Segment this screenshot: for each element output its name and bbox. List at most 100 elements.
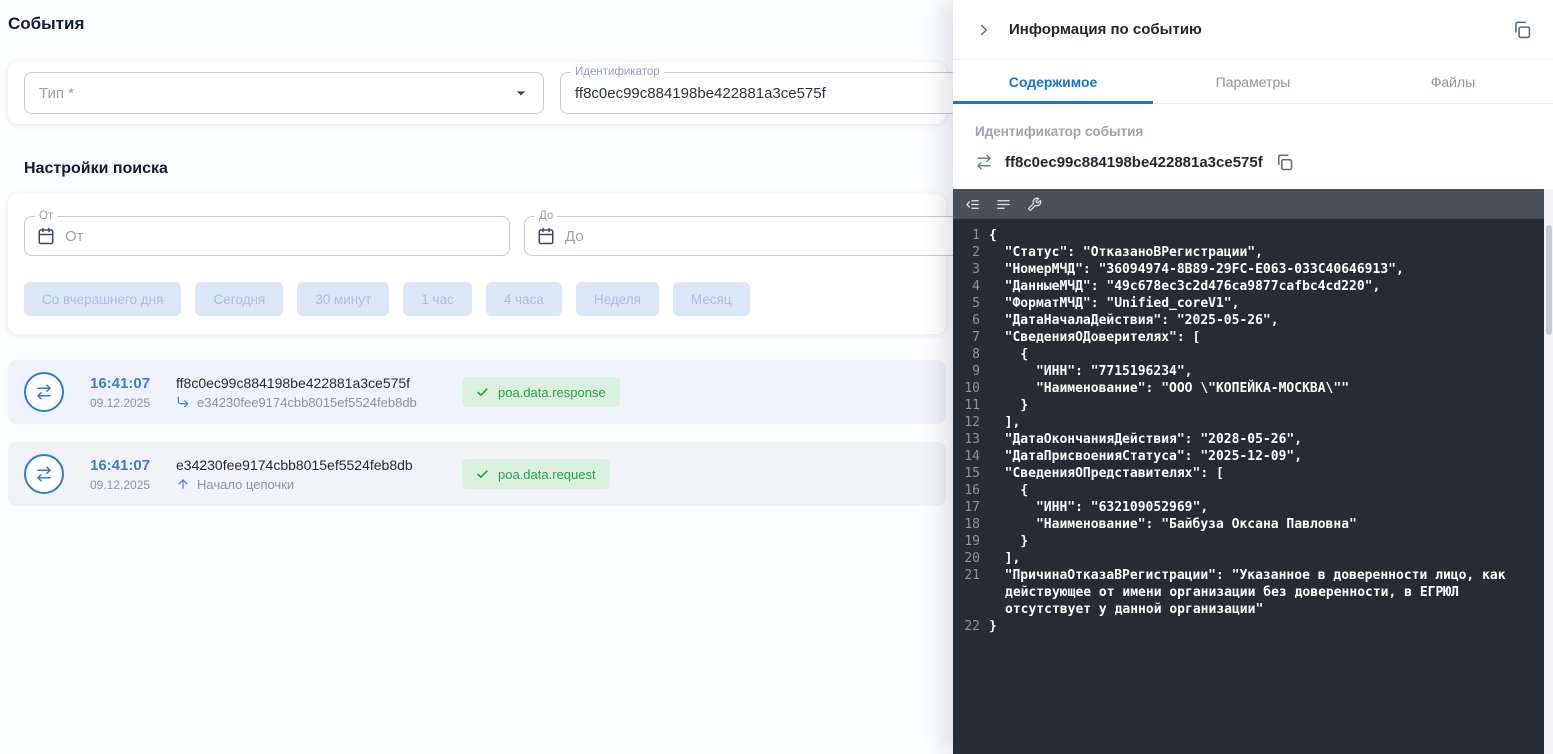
check-icon — [476, 386, 489, 399]
code-text: } — [989, 534, 1029, 549]
line-number: 17 — [964, 500, 980, 515]
chevron-right-icon[interactable] — [975, 21, 993, 39]
event-date: 09.12.2025 — [90, 395, 151, 410]
code-text: ], — [989, 415, 1021, 430]
line-number: 1 — [972, 228, 980, 243]
arrow-up-icon — [176, 477, 190, 491]
events-page: События Тип * Идентификатор Настройки по… — [0, 0, 954, 754]
code-text: "ПричинаОтказаВРегистрации": "Указанное … — [989, 568, 1514, 617]
line-number: 16 — [964, 483, 980, 498]
line-number: 12 — [964, 415, 980, 430]
code-text: } — [989, 619, 997, 634]
event-id: ff8c0ec99c884198be422881a3ce575f — [176, 374, 411, 391]
line-number: 5 — [972, 296, 980, 311]
editor-toolbar — [953, 189, 1553, 219]
tab-files[interactable]: Файлы — [1353, 60, 1553, 103]
code-line: 13 "ДатаОкончанияДействия": "2028-05-26"… — [953, 431, 1535, 448]
identifier-field[interactable]: Идентификатор — [560, 66, 954, 114]
event-time: 16:41:07 — [90, 456, 151, 474]
event-id-icon — [975, 153, 993, 171]
transfer-arrows-icon[interactable] — [24, 372, 64, 412]
code-text: { — [989, 483, 1029, 498]
quick-range-button[interactable]: 1 час — [403, 282, 472, 316]
line-number: 13 — [964, 432, 980, 447]
quick-range-button[interactable]: 4 часа — [485, 282, 562, 316]
wrench-icon[interactable] — [1027, 197, 1042, 212]
code-text: "ДатаПрисвоенияСтатуса": "2025-12-09", — [989, 449, 1303, 464]
code-text: "СведенияОПредставителях": [ — [989, 466, 1224, 481]
code-line: 10 "Наименование": "ООО \"КОПЕЙКА-МОСКВА… — [953, 380, 1535, 397]
json-code-editor[interactable]: 1 { 2 "Статус": "ОтказаноВРегистрации", … — [953, 219, 1553, 754]
quick-range-button[interactable]: 30 минут — [297, 282, 390, 316]
tab-content[interactable]: Содержимое — [953, 60, 1153, 104]
event-row[interactable]: 16:41:07 09.12.2025 e34230fee9174cbb8015… — [8, 442, 946, 506]
copy-icon[interactable] — [1275, 153, 1293, 171]
code-text: "НомерМЧД": "36094974-8B89-29FC-E063-033… — [989, 262, 1404, 277]
event-timestamp: 16:41:07 09.12.2025 — [90, 457, 160, 492]
collapse-all-icon[interactable] — [965, 197, 980, 212]
search-settings-title: Настройки поиска — [24, 160, 168, 177]
quick-range-button[interactable]: Неделя — [575, 282, 659, 316]
json-viewer: 1 { 2 "Статус": "ОтказаноВРегистрации", … — [953, 189, 1553, 754]
transfer-arrows-icon[interactable] — [24, 454, 64, 494]
code-text: { — [989, 228, 997, 243]
date-to-placeholder: До — [565, 227, 584, 245]
line-number: 18 — [964, 517, 980, 532]
panel-title: Информация по событию — [1009, 21, 1202, 38]
code-line: 12 ], — [953, 414, 1535, 431]
scrollbar-track[interactable] — [1544, 189, 1553, 754]
code-text: ], — [989, 551, 1021, 566]
type-select-placeholder: Тип * — [39, 84, 75, 102]
event-id-block: Идентификатор события ff8c0ec99c884198be… — [953, 104, 1553, 189]
chevron-down-icon — [511, 83, 531, 103]
code-text: "ДатаНачалаДействия": "2025-05-26", — [989, 313, 1279, 328]
format-lines-icon[interactable] — [996, 197, 1011, 212]
code-line: 3 "НомерМЧД": "36094974-8B89-29FC-E063-0… — [953, 261, 1535, 278]
quick-range-button[interactable]: Сегодня — [195, 282, 284, 316]
date-to-field[interactable]: До До — [524, 210, 954, 256]
line-number: 14 — [964, 449, 980, 464]
type-select[interactable]: Тип * — [24, 72, 544, 114]
date-from-field[interactable]: От От — [24, 210, 510, 256]
code-text: "Наименование": "ООО \"КОПЕЙКА-МОСКВА\"" — [989, 381, 1350, 396]
panel-tabs: Содержимое Параметры Файлы — [953, 60, 1553, 104]
identifier-label: Идентификатор — [571, 66, 664, 79]
line-number: 8 — [972, 347, 980, 362]
identifier-input[interactable] — [575, 84, 954, 102]
code-line: 18 "Наименование": "Байбуза Оксана Павло… — [953, 516, 1535, 533]
code-text: } — [989, 398, 1029, 413]
copy-icon[interactable] — [1512, 20, 1531, 39]
line-number: 21 — [964, 568, 980, 583]
quick-range-button[interactable]: Месяц — [672, 282, 750, 316]
code-line: 15 "СведенияОПредставителях": [ — [953, 465, 1535, 482]
event-time: 16:41:07 — [90, 374, 151, 392]
line-number: 9 — [972, 364, 980, 379]
line-number: 6 — [972, 313, 980, 328]
event-row[interactable]: 16:41:07 09.12.2025 ff8c0ec99c884198be42… — [8, 360, 946, 424]
event-timestamp: 16:41:07 09.12.2025 — [90, 375, 160, 410]
line-number: 11 — [964, 398, 980, 413]
event-id-value: ff8c0ec99c884198be422881a3ce575f — [1005, 153, 1263, 171]
scrollbar-thumb[interactable] — [1546, 225, 1552, 335]
quick-ranges-row: Со вчерашнего дня Сегодня 30 минут 1 час 4 ч… — [24, 282, 930, 316]
code-text: "ФорматМЧД": "Unified_coreV1", — [989, 296, 1240, 311]
date-to-label: До — [535, 210, 558, 223]
tab-parameters[interactable]: Параметры — [1153, 60, 1353, 103]
date-from-placeholder: От — [65, 227, 84, 245]
event-ids: ff8c0ec99c884198be422881a3ce575f e34230f… — [176, 375, 462, 410]
check-icon — [476, 468, 489, 481]
event-date: 09.12.2025 — [90, 477, 151, 492]
event-chain-link: e34230fee9174cbb8015ef5524feb8db — [176, 395, 462, 410]
line-number: 7 — [972, 330, 980, 345]
code-line: 8 { — [953, 346, 1535, 363]
code-text: "Статус": "ОтказаноВРегистрации", — [989, 245, 1263, 260]
line-number: 4 — [972, 279, 980, 294]
calendar-icon[interactable] — [537, 227, 555, 245]
calendar-icon[interactable] — [37, 227, 55, 245]
quick-range-button[interactable]: Со вчерашнего дня — [24, 282, 182, 316]
code-line: 19 } — [953, 533, 1535, 550]
corner-down-right-icon — [176, 395, 190, 409]
code-text: "СведенияОДоверителях": [ — [989, 330, 1201, 345]
event-type-badge: poa.data.response — [462, 377, 620, 407]
code-text: "ДанныеМЧД": "49c678ec3c2d476ca9877cafbc… — [989, 279, 1381, 294]
